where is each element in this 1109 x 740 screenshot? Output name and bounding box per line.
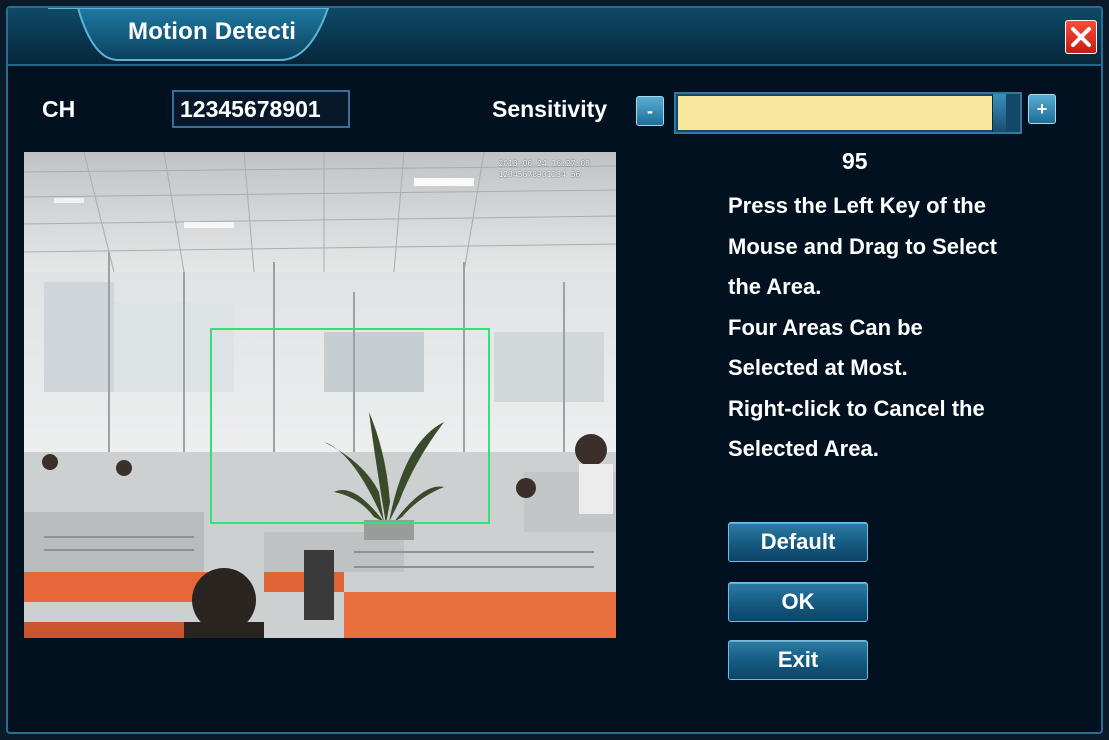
channel-label: CH xyxy=(42,96,76,122)
instruction-line: Selected Area. xyxy=(728,436,879,461)
camera-preview[interactable]: 2013-06-24 16:27:08 12345678901234 56 xyxy=(24,152,616,638)
default-button[interactable]: Default xyxy=(728,522,868,562)
instruction-line: Selected at Most. xyxy=(728,355,908,380)
sensitivity-value: 95 xyxy=(842,148,868,174)
instruction-line: Press the Left Key of the xyxy=(728,193,986,218)
sensitivity-increase-button[interactable]: + xyxy=(1028,94,1056,124)
instruction-line: the Area. xyxy=(728,274,822,299)
window-title: Motion Detecti xyxy=(128,18,297,45)
sensitivity-label: Sensitivity xyxy=(492,96,608,122)
close-icon xyxy=(1071,27,1091,47)
instructions-text: Press the Left Key of the Mouse and Drag… xyxy=(728,186,1088,470)
motion-detection-window: Motion Detecti CH 12345678901 Sensitivit… xyxy=(6,6,1103,734)
osd-device-id: 12345678901234 56 xyxy=(498,170,581,179)
sensitivity-slider-handle[interactable] xyxy=(992,94,1006,132)
sensitivity-slider[interactable] xyxy=(674,92,1022,134)
motion-detection-area[interactable] xyxy=(210,328,490,524)
camera-osd-overlay: 2013-06-24 16:27:08 12345678901234 56 xyxy=(498,158,590,180)
title-bar: Motion Detecti xyxy=(8,8,1101,66)
sensitivity-decrease-button[interactable]: - xyxy=(636,96,664,126)
instruction-line: Four Areas Can be xyxy=(728,314,923,340)
osd-timestamp: 2013-06-24 16:27:08 xyxy=(498,159,590,168)
close-button[interactable] xyxy=(1065,20,1097,54)
channel-name-field[interactable]: 12345678901 xyxy=(172,90,350,128)
sensitivity-slider-fill xyxy=(678,96,992,130)
instruction-line: Mouse and Drag to Select xyxy=(728,233,997,259)
exit-button[interactable]: Exit xyxy=(728,640,868,680)
ok-button[interactable]: OK xyxy=(728,582,868,622)
instruction-line: Right-click to Cancel the xyxy=(728,395,985,421)
title-tab: Motion Detecti xyxy=(48,8,348,61)
